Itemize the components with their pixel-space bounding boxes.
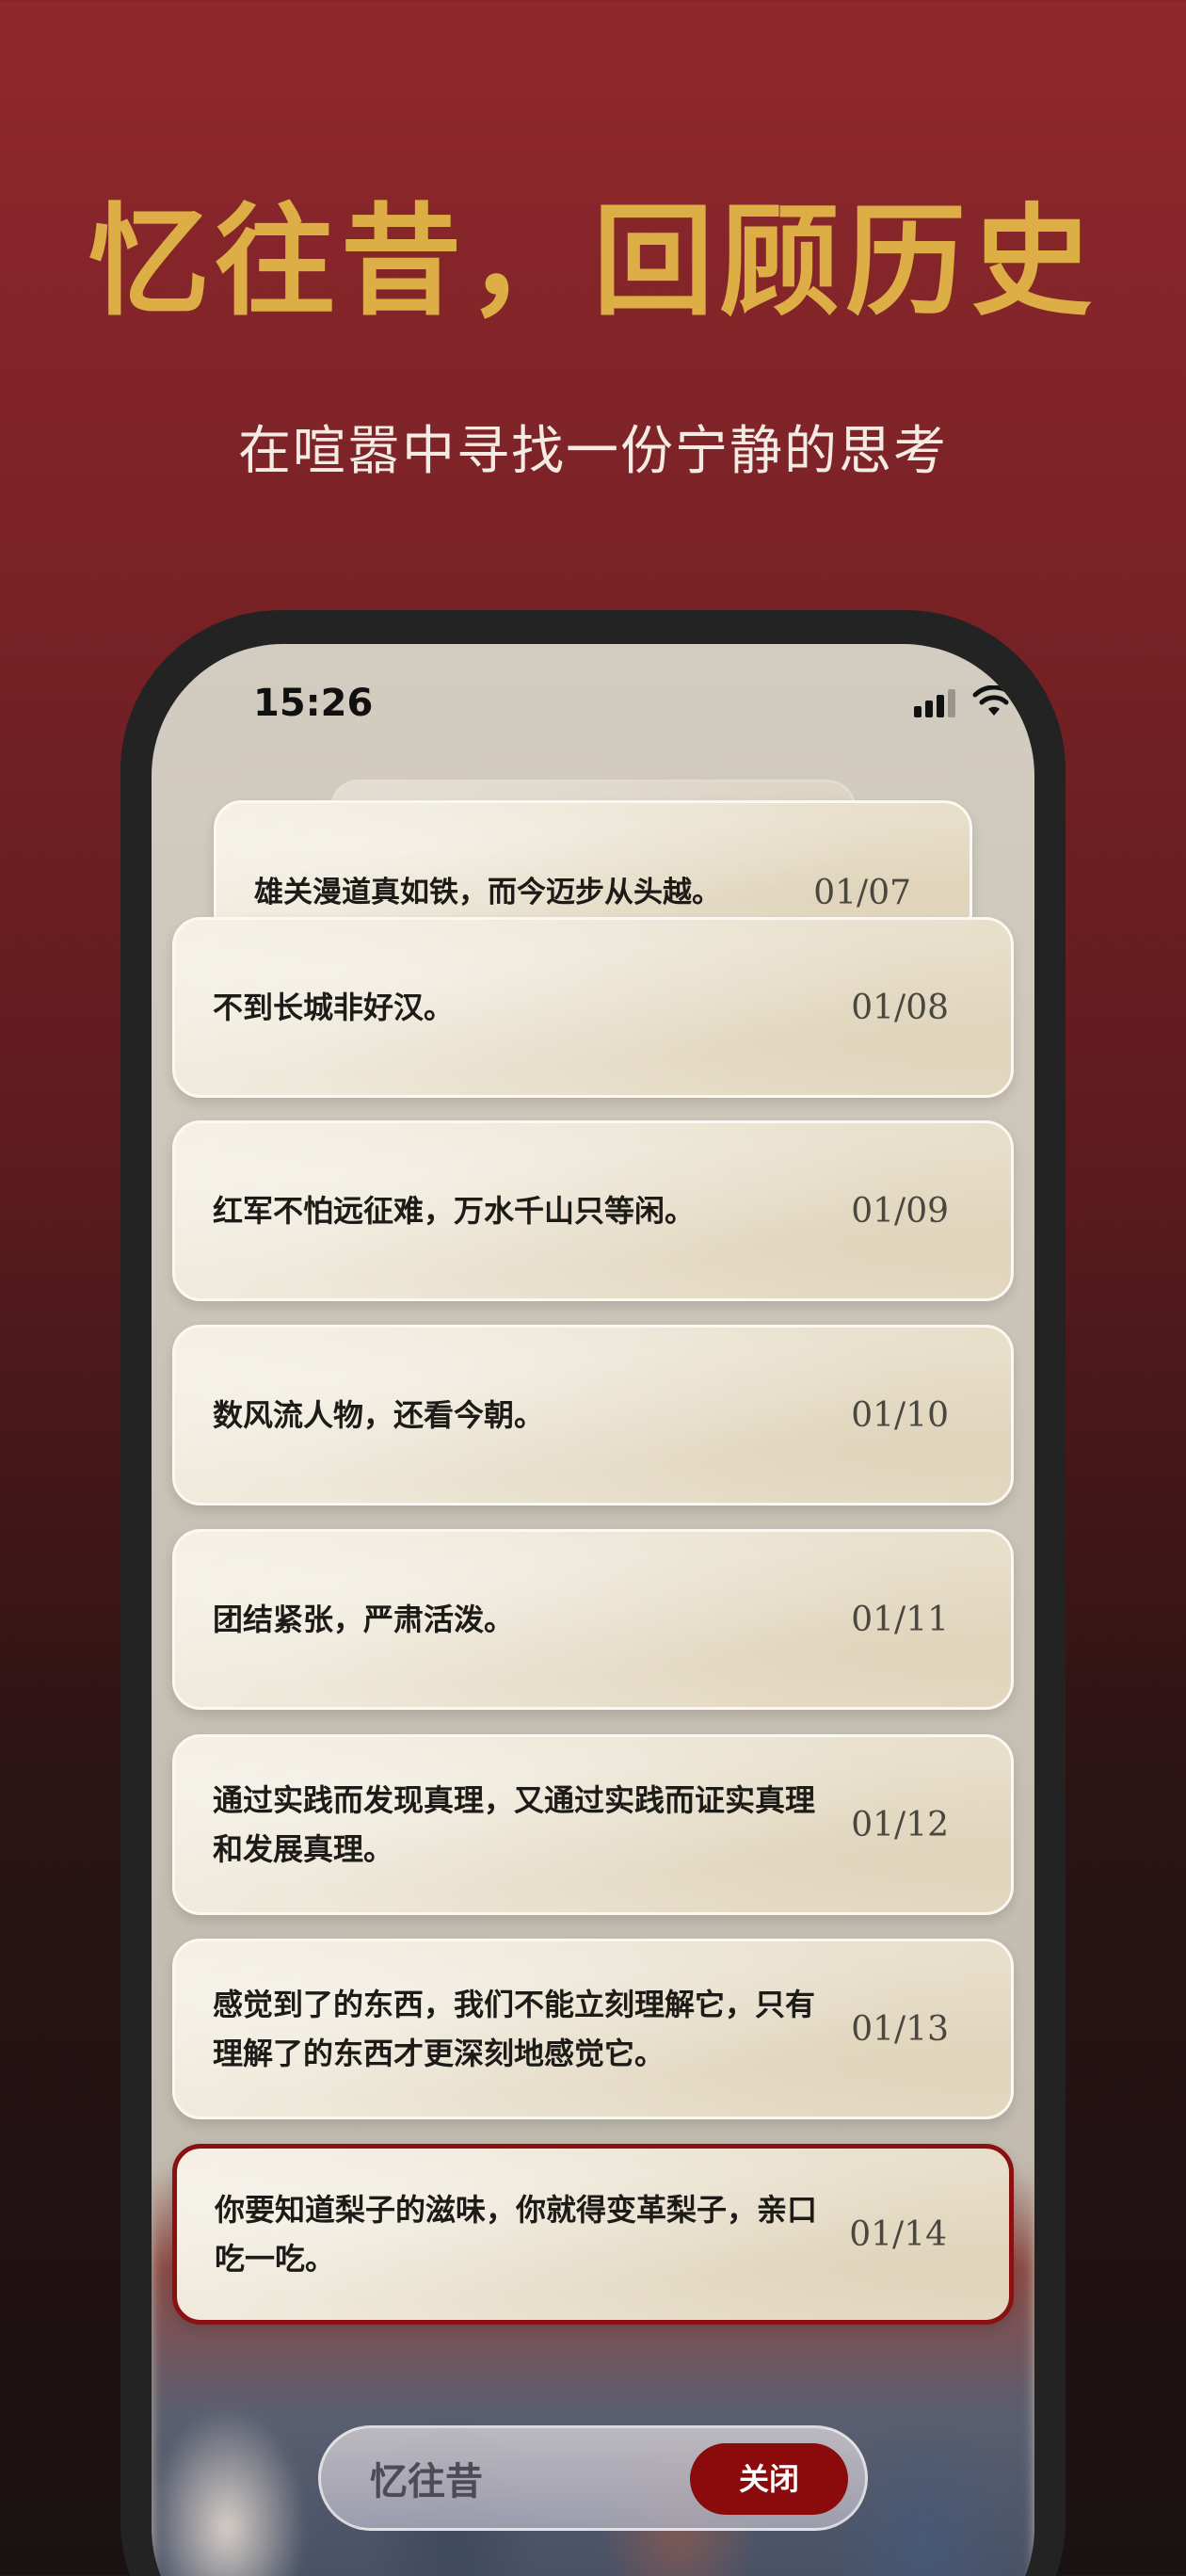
entry-card-selected[interactable]: 你要知道梨子的滋味，你就得变革梨子，亲口吃一吃。 01/14	[172, 2144, 1014, 2325]
entry-date: 01/14	[849, 2214, 947, 2254]
entry-card[interactable]: 数风流人物，还看今朝。 01/10	[172, 1325, 1014, 1505]
entry-date: 01/13	[851, 2009, 949, 2049]
battery-level: 73	[1029, 685, 1034, 717]
status-time: 15:26	[253, 682, 374, 725]
entry-date: 01/10	[851, 1395, 949, 1435]
entry-card[interactable]: 红军不怕远征难，万水千山只等闲。 01/09	[172, 1120, 1014, 1301]
entry-date: 01/12	[851, 1805, 949, 1844]
bottom-bar-title: 忆往昔	[370, 2460, 483, 2504]
entry-text: 不到长城非好汉。	[213, 990, 455, 1025]
phone-frame: 15:26 73 没有调查，没有发言权。 01/06 雄关漫道真如铁，而今迈	[120, 610, 1066, 2576]
entry-card[interactable]: 感觉到了的东西，我们不能立刻理解它，只有理解了的东西才更深刻地感觉它。 01/1…	[172, 1939, 1014, 2119]
phone-screen: 15:26 73 没有调查，没有发言权。 01/06 雄关漫道真如铁，而今迈	[152, 644, 1034, 2576]
battery-icon: 73	[1029, 685, 1034, 717]
cellular-signal-icon	[914, 689, 955, 717]
bottom-bar: 忆往昔 关闭	[318, 2425, 868, 2531]
entry-card[interactable]: 通过实践而发现真理，又通过实践而证实真理和发展真理。 01/12	[172, 1734, 1014, 1915]
status-bar: 15:26 73	[152, 644, 1034, 748]
entry-card[interactable]: 不到长城非好汉。 01/08	[172, 917, 1014, 1098]
close-button[interactable]: 关闭	[690, 2443, 848, 2515]
entry-text: 你要知道梨子的滋味，你就得变革梨子，亲口吃一吃。	[215, 2192, 818, 2277]
entry-text: 红军不怕远征难，万水千山只等闲。	[213, 1193, 696, 1229]
entry-date: 01/09	[851, 1191, 949, 1231]
entry-text: 通过实践而发现真理，又通过实践而证实真理和发展真理。	[213, 1782, 816, 1867]
entry-card[interactable]: 团结紧张，严肃活泼。 01/11	[172, 1529, 1014, 1710]
entry-text: 团结紧张，严肃活泼。	[213, 1602, 515, 1637]
entry-date: 01/08	[851, 988, 949, 1027]
promo-title: 忆往昔，回顾历史	[88, 191, 1098, 332]
promo-subtitle: 在喧嚣中寻找一份宁静的思考	[238, 421, 948, 482]
entry-text: 感觉到了的东西，我们不能立刻理解它，只有理解了的东西才更深刻地感觉它。	[213, 1987, 816, 2071]
entry-text: 数风流人物，还看今朝。	[213, 1397, 545, 1433]
wifi-icon	[972, 685, 1016, 716]
entry-date: 01/11	[851, 1600, 949, 1639]
